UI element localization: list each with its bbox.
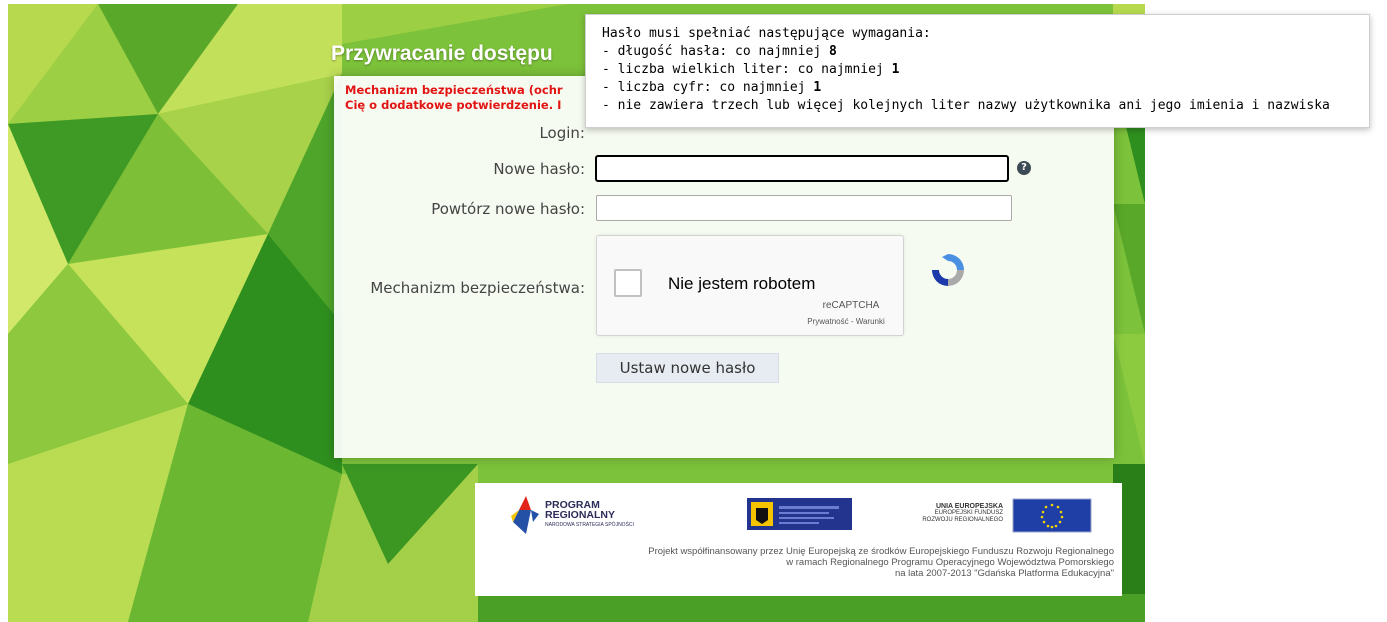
pomorskie-logo bbox=[747, 498, 852, 530]
repeat-password-label: Powtórz nowe hasło: bbox=[431, 200, 585, 218]
new-password-label: Nowe hasło: bbox=[493, 160, 585, 178]
footer-text-line: na lata 2007-2013 "Gdańska Platforma Edu… bbox=[894, 568, 1114, 579]
tooltip-rule: - liczba wielkich liter: co najmniej 1 bbox=[602, 61, 1359, 79]
tooltip-rule: - nie zawiera trzech lub więcej kolejnyc… bbox=[602, 97, 1359, 115]
recaptcha-checkbox[interactable] bbox=[614, 269, 642, 297]
tooltip-heading: Hasło musi spełniać następujące wymagani… bbox=[602, 26, 931, 41]
warning-line-2: Cię o dodatkowe potwierdzenie. I bbox=[345, 98, 562, 112]
footer-funding-text: Projekt współfinansowany przez Unię Euro… bbox=[494, 546, 1114, 579]
rule-text: - liczba cyfr: co najmniej bbox=[602, 80, 814, 95]
warning-line-1: Mechanizm bezpieczeństwa (ochr bbox=[345, 83, 563, 97]
login-label: Login: bbox=[539, 124, 585, 142]
recaptcha-brand: reCAPTCHA bbox=[822, 300, 880, 311]
rule-text: - liczba wielkich liter: co najmniej bbox=[602, 62, 892, 77]
recaptcha-widget: Nie jestem robotem reCAPTCHA Prywatność … bbox=[596, 235, 964, 336]
rule-value: 1 bbox=[813, 80, 822, 95]
security-warning: Mechanizm bezpieczeństwa (ochr Cię o dod… bbox=[345, 83, 585, 113]
new-password-input[interactable] bbox=[595, 155, 1009, 182]
question-circle-icon[interactable]: ? bbox=[1017, 161, 1031, 175]
footer-text-line: Projekt współfinansowany przez Unię Euro… bbox=[648, 546, 1114, 557]
recaptcha-logo-icon bbox=[932, 254, 964, 286]
recaptcha-terms-link[interactable]: Prywatność - Warunki bbox=[791, 317, 901, 326]
program-regionalny-sub: NARODOWA STRATEGIA SPÓJNOŚCI bbox=[545, 522, 634, 528]
recaptcha-label: Nie jestem robotem bbox=[668, 274, 816, 293]
set-password-button[interactable]: Ustaw nowe hasło bbox=[596, 353, 779, 383]
tooltip-rule: - liczba cyfr: co najmniej 1 bbox=[602, 79, 1359, 97]
program-line-2: REGIONALNY bbox=[545, 509, 616, 521]
footer-text-line: w ramach Regionalnego Programu Operacyjn… bbox=[786, 557, 1114, 568]
eu-sub-1: EUROPEJSKI FUNDUSZ bbox=[934, 510, 1003, 516]
program-regionalny-logo bbox=[511, 496, 539, 534]
program-regionalny-name: PROGRAM REGIONALNY bbox=[545, 500, 616, 521]
eu-text: UNIA EUROPEJSKA EUROPEJSKI FUNDUSZ ROZWO… bbox=[893, 503, 1003, 524]
rule-text: - długość hasła: co najmniej bbox=[602, 44, 829, 59]
tooltip-rule: - długość hasła: co najmniej 8 bbox=[602, 43, 1359, 61]
repeat-password-input[interactable] bbox=[596, 195, 1012, 221]
password-requirements-tooltip: Hasło musi spełniać następujące wymagani… bbox=[585, 14, 1370, 128]
eu-sub-2: ROZWOJU REGIONALNEGO bbox=[922, 517, 1003, 523]
page-title: Przywracanie dostępu bbox=[331, 42, 553, 65]
eu-flag-icon bbox=[1012, 498, 1092, 533]
eu-funding-footer: PROGRAM REGIONALNY NARODOWA STRATEGIA SP… bbox=[475, 483, 1122, 596]
security-label: Mechanizm bezpieczeństwa: bbox=[370, 279, 585, 297]
rule-text: - nie zawiera trzech lub więcej kolejnyc… bbox=[602, 98, 1330, 113]
rule-value: 8 bbox=[828, 44, 837, 59]
rule-value: 1 bbox=[891, 62, 900, 77]
eu-main: UNIA EUROPEJSKA bbox=[935, 503, 1003, 510]
